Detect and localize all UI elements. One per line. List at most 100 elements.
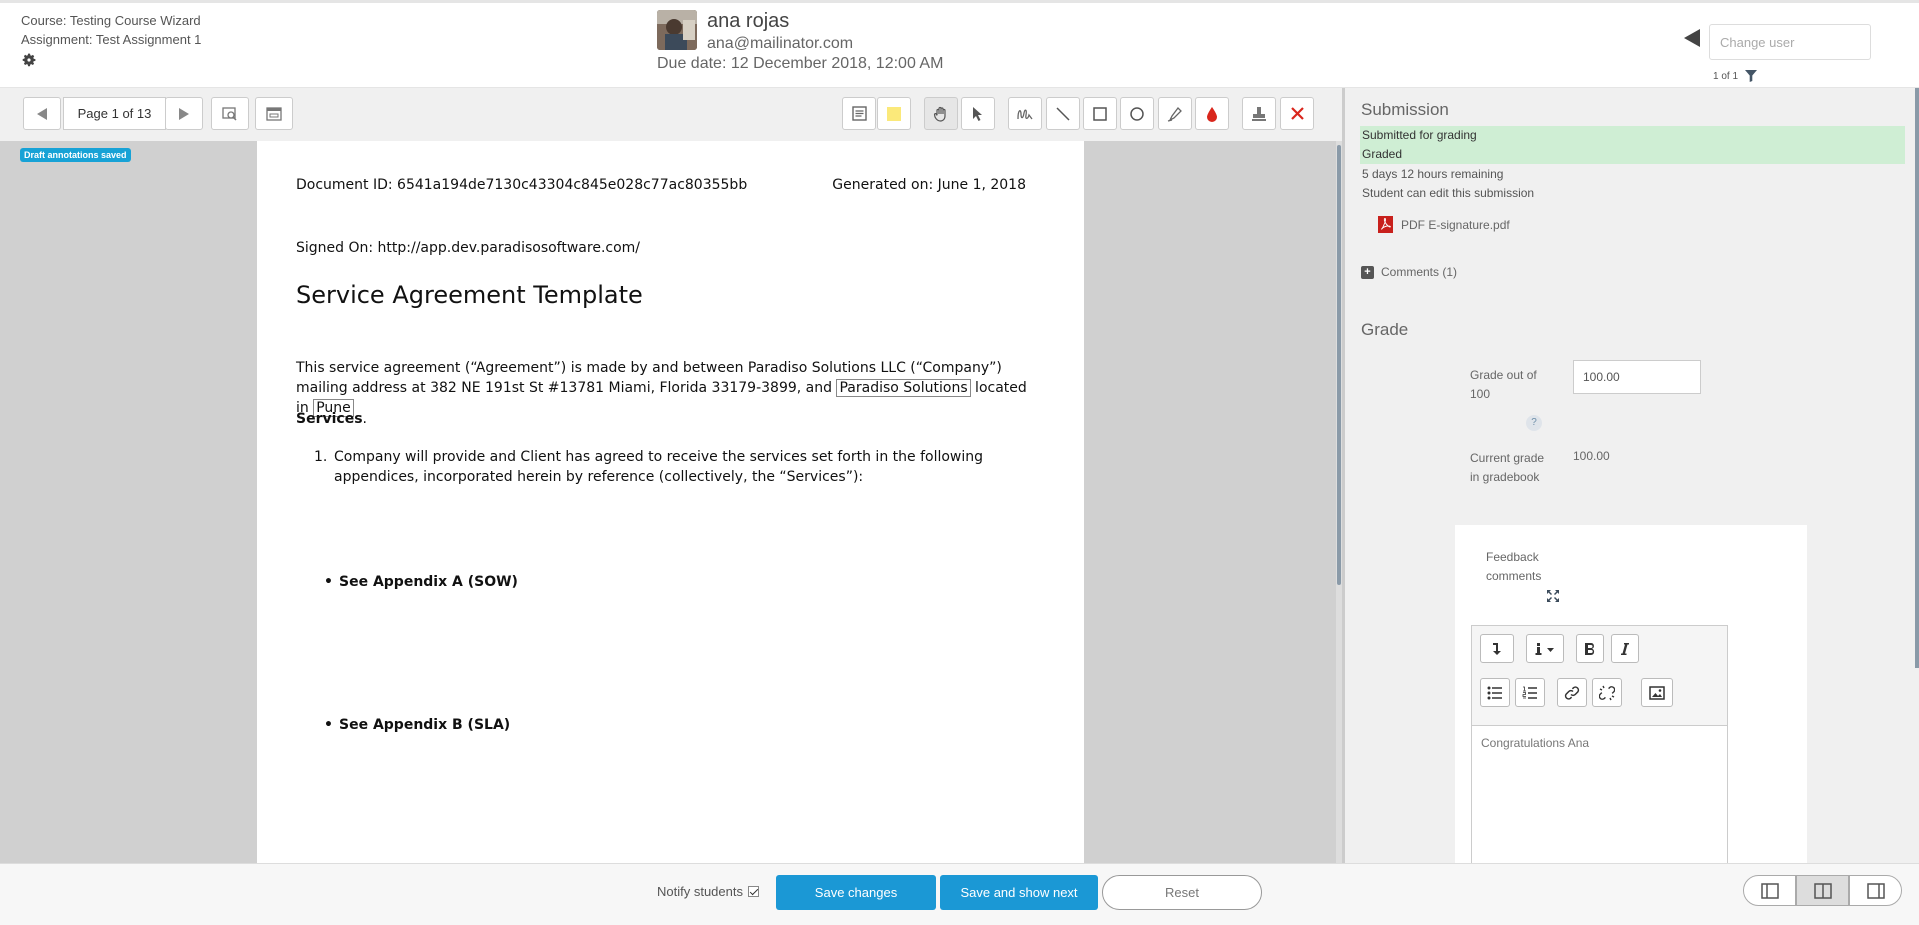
highlighter-icon [1167,106,1182,122]
feedback-textarea[interactable]: Congratulations Ana [1472,725,1727,875]
highlighter-tool-button[interactable] [1158,97,1192,130]
expand-comments-icon [266,106,282,121]
due-date: Due date: 12 December 2018, 12:00 AM [657,55,944,72]
collapse-grade-panel-button[interactable] [1743,875,1796,906]
services-dot: . [362,411,367,427]
comments-toggle[interactable]: + Comments (1) [1361,265,1457,279]
rectangle-tool-button[interactable] [1083,97,1117,130]
notify-label: Notify students [657,884,743,899]
draft-saved-badge: Draft annotations saved [20,148,131,162]
numbered-list-icon [1522,686,1537,699]
pdf-file-icon [1378,216,1393,233]
save-and-next-button[interactable]: Save and show next [940,875,1098,910]
link-icon [1564,685,1580,700]
previous-user-icon[interactable] [1684,29,1700,47]
feedback-label: Feedback comments [1486,550,1542,583]
notify-students[interactable]: Notify students [657,884,759,899]
info-dropdown-icon [1535,642,1554,655]
expand-comments-button[interactable] [255,97,293,130]
document-id: Document ID: 6541a194de7130c43304c845e02… [296,177,748,193]
unlink-button[interactable] [1592,678,1622,707]
panel-right-icon [1866,882,1885,899]
annotation-toolbar: Page 1 of 13 [0,88,1342,141]
fullscreen-icon[interactable] [1546,589,1560,603]
list-text: Company will provide and Client has agre… [334,449,984,485]
image-button[interactable] [1641,678,1673,707]
appendix-a: • See Appendix A (SOW) [324,574,518,590]
change-user-input[interactable] [1709,24,1871,60]
appendix-b: • See Appendix B (SLA) [324,717,511,733]
search-comments-button[interactable] [211,97,249,130]
rectangle-icon [1093,106,1107,121]
prev-page-button[interactable] [23,97,61,130]
save-changes-button[interactable]: Save changes [776,875,936,910]
next-page-icon [179,107,189,120]
file-name: PDF E-signature.pdf [1401,217,1510,232]
collapse-review-panel-button[interactable] [1849,875,1902,906]
italic-icon [1621,642,1629,655]
submission-file[interactable]: PDF E-signature.pdf [1378,216,1510,233]
company-field: Paradiso Solutions [836,379,971,397]
stamp-icon [1252,106,1266,121]
search-comments-icon [222,106,237,121]
highlight-colour-button[interactable] [877,97,911,130]
document-title: Service Agreement Template [296,281,643,309]
bullet-list-button[interactable] [1480,678,1510,707]
pen-tool-button[interactable] [1008,97,1042,130]
pdf-viewer: Page 1 of 13 Draft annotations saved Doc… [0,88,1342,863]
appendix-b-text: See Appendix B (SLA) [339,717,511,733]
numbered-list-button[interactable] [1515,678,1545,707]
bullet: • [324,574,333,590]
toolbar-toggle-button[interactable] [1480,634,1514,663]
colour-icon [1207,106,1217,122]
avatar[interactable] [657,10,697,50]
default-layout-button[interactable] [1796,875,1849,906]
time-remaining: 5 days 12 hours remaining [1362,167,1504,181]
panel-scrollbar[interactable] [1915,88,1919,668]
highlight-icon [887,106,901,121]
stamp-tool-button[interactable] [1242,97,1276,130]
signed-on: Signed On: http://app.dev.paradisosoftwa… [296,240,641,256]
agreement-paragraph: This service agreement (“Agreement”) is … [296,358,1036,418]
services-heading: Services. [296,411,367,427]
colour-picker-button[interactable] [1195,97,1229,130]
next-page-button[interactable] [165,97,203,130]
grade-input[interactable] [1573,360,1701,394]
course-link[interactable]: Course: Testing Course Wizard [21,11,201,30]
grading-panel: Submission Submitted for grading Graded … [1342,88,1919,875]
pdf-scrollbar[interactable] [1337,145,1341,585]
comment-icon [851,106,867,121]
user-name[interactable]: ana rojas [707,10,789,33]
bold-button[interactable] [1576,634,1604,663]
bullet: • [324,717,333,733]
grade-label: Grade out of 100 [1470,368,1537,401]
link-button[interactable] [1557,678,1587,707]
generated-date: Generated on: June 1, 2018 [832,177,1026,193]
comments-label: Comments (1) [1381,265,1458,279]
assignment-link[interactable]: Assignment: Test Assignment 1 [21,30,201,49]
reset-button[interactable]: Reset [1102,875,1262,910]
paragraph-style-button[interactable] [1526,634,1564,663]
delete-tool-button[interactable] [1280,97,1314,130]
edit-note: Student can edit this submission [1362,186,1535,200]
prev-page-icon [37,107,47,120]
current-grade-value: 100.00 [1573,449,1610,463]
submission-status: Submitted for grading [1360,126,1905,145]
layout-switcher [1743,875,1907,906]
line-tool-button[interactable] [1046,97,1080,130]
oval-icon [1130,106,1144,121]
notify-checkbox[interactable] [748,886,759,897]
filter-icon[interactable] [1745,70,1757,82]
help-icon[interactable]: ? [1526,415,1542,431]
comment-tool-button[interactable] [842,97,876,130]
feedback-section: Feedback comments Congratulations Ana [1455,525,1807,875]
select-tool-button[interactable] [961,97,995,130]
italic-button[interactable] [1611,634,1639,663]
current-grade-label: Current grade in gradebook [1470,451,1545,484]
pan-tool-button[interactable] [924,97,958,130]
gear-icon[interactable] [21,52,37,68]
pdf-page[interactable]: Document ID: 6541a194de7130c43304c845e02… [257,141,1084,863]
oval-tool-button[interactable] [1120,97,1154,130]
bullet-list-icon [1487,686,1502,699]
page-select[interactable]: Page 1 of 13 [63,97,166,130]
